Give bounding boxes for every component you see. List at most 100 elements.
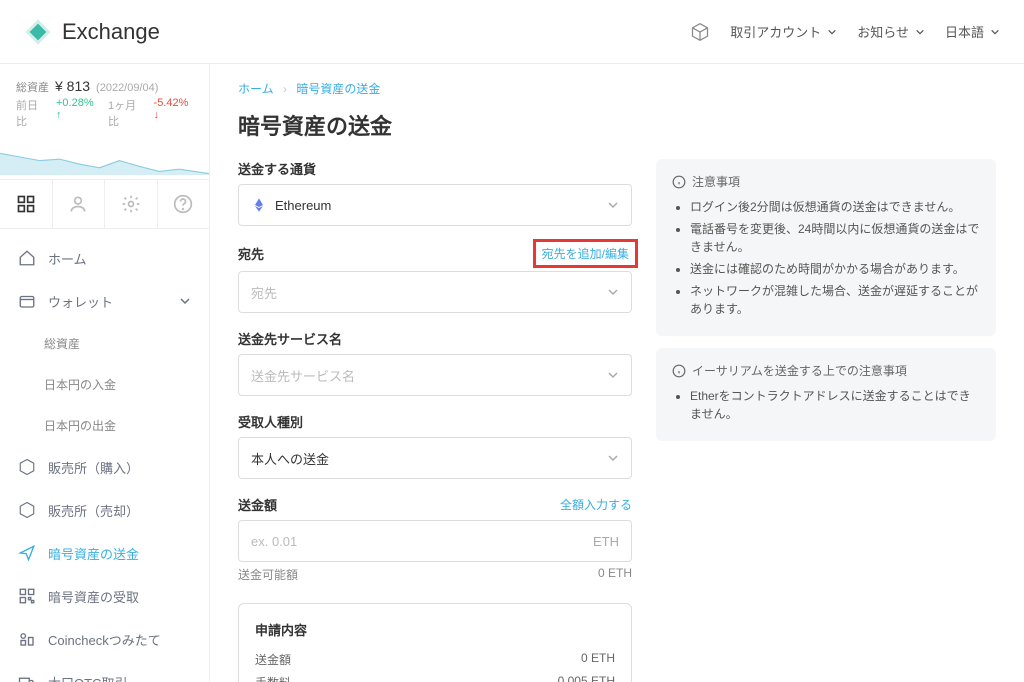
- sidebar-tabs: [0, 179, 209, 229]
- sidebar-item-label: ホーム: [48, 249, 87, 268]
- balance-date: (2022/09/04): [96, 82, 158, 94]
- sidebar-item-label: ウォレット: [48, 292, 113, 311]
- amount-max-link[interactable]: 全額入力する: [560, 496, 632, 513]
- dest-label: 宛先: [238, 244, 264, 263]
- summary-fee-value: 0.005 ETH: [558, 674, 615, 682]
- sidebar-item-label: 大口OTC取引: [48, 673, 127, 682]
- send-icon: [18, 544, 36, 562]
- cube-icon: [18, 501, 36, 519]
- sidebar-item-receive[interactable]: 暗号資産の受取: [0, 575, 209, 618]
- info-icon: [672, 364, 686, 378]
- sidebar-item-deposit-jpy[interactable]: 日本円の入金: [0, 364, 209, 405]
- news-menu[interactable]: お知らせ: [857, 22, 925, 41]
- service-select[interactable]: 送金先サービス名: [238, 354, 632, 396]
- summary-amount-value: 0 ETH: [581, 651, 615, 668]
- chevron-down-icon: [607, 199, 619, 211]
- currency-select[interactable]: Ethereum: [238, 184, 632, 226]
- lang-menu[interactable]: 日本語: [945, 22, 1000, 41]
- sidebar: 総資産 ¥ 813 (2022/09/04) 前日比 +0.28% ↑ 1ヶ月比…: [0, 64, 210, 682]
- sidebar-item-buy[interactable]: 販売所（購入）: [0, 446, 209, 489]
- dod-value: +0.28% ↑: [56, 97, 98, 129]
- header-right: 取引アカウント お知らせ 日本語: [690, 22, 1000, 42]
- chevron-down-icon: [179, 295, 191, 307]
- sidebar-item-label: Coincheckつみたて: [48, 630, 161, 649]
- balance-sparkline: [0, 135, 209, 179]
- sidebar-item-label: 販売所（購入）: [48, 458, 139, 477]
- main-content: ホーム › 暗号資産の送金 暗号資産の送金 送金する通貨 Ethereum: [210, 64, 1024, 682]
- sidebar-item-label: 日本円の出金: [44, 417, 116, 434]
- chevron-down-icon: [607, 369, 619, 381]
- chevron-down-icon: [607, 286, 619, 298]
- chevron-down-icon: [990, 27, 1000, 37]
- tab-help[interactable]: [158, 180, 210, 228]
- ethereum-icon: [251, 197, 267, 213]
- dest-placeholder: 宛先: [251, 283, 607, 302]
- recipient-select[interactable]: 本人への送金: [238, 437, 632, 479]
- breadcrumb-sep: ›: [283, 82, 287, 96]
- recipient-value: 本人への送金: [251, 449, 607, 468]
- amount-input-wrap: ETH: [238, 520, 632, 562]
- info-column: 注意事項 ログイン後2分間は仮想通貨の送金はできません。 電話番号を変更後、24…: [656, 159, 996, 682]
- dest-select[interactable]: 宛先: [238, 271, 632, 313]
- cube-icon: [18, 458, 36, 476]
- mom-value: -5.42% ↓: [154, 97, 193, 129]
- balance-amount: ¥ 813: [55, 78, 90, 94]
- eth-notice: イーサリアムを送金する上での注意事項 Etherをコントラクトアドレスに送金する…: [656, 348, 996, 441]
- home-icon: [18, 249, 36, 267]
- sidebar-item-label: 暗号資産の送金: [48, 544, 139, 563]
- avail-label: 送金可能額: [238, 566, 298, 583]
- summary-title: 申請内容: [255, 620, 615, 639]
- dest-add-edit-link[interactable]: 宛先を追加/編集: [542, 247, 629, 261]
- notice-title: 注意事項: [692, 173, 740, 190]
- sidebar-item-tsumitate[interactable]: Coincheckつみたて: [0, 618, 209, 661]
- breadcrumb-home[interactable]: ホーム: [238, 82, 274, 96]
- notice-title: イーサリアムを送金する上での注意事項: [692, 362, 907, 379]
- sidebar-item-label: 暗号資産の受取: [48, 587, 139, 606]
- logo-icon: [24, 18, 52, 46]
- tab-settings[interactable]: [105, 180, 158, 228]
- amount-input[interactable]: [251, 534, 593, 549]
- sidebar-item-otc[interactable]: 大口OTC取引: [0, 661, 209, 682]
- notice-item: 電話番号を変更後、24時間以内に仮想通貨の送金はできません。: [690, 220, 980, 256]
- form-column: 送金する通貨 Ethereum 宛先 宛先を追加/編集 宛先: [238, 159, 632, 682]
- summary-fee-label: 手数料: [255, 674, 291, 682]
- summary-amount-label: 送金額: [255, 651, 291, 668]
- currency-label: 送金する通貨: [238, 159, 316, 178]
- menu-label: 取引アカウント: [730, 22, 821, 41]
- balance-label: 総資産: [16, 79, 49, 95]
- sidebar-item-send[interactable]: 暗号資産の送金: [0, 532, 209, 575]
- notice-item: ネットワークが混雑した場合、送金が遅延することがあります。: [690, 282, 980, 318]
- chevron-down-icon: [827, 27, 837, 37]
- currency-value: Ethereum: [275, 198, 607, 213]
- sidebar-item-label: 日本円の入金: [44, 376, 116, 393]
- recipient-label: 受取人種別: [238, 412, 303, 431]
- sidebar-item-label: 総資産: [44, 335, 80, 352]
- info-icon: [672, 175, 686, 189]
- sidebar-item-home[interactable]: ホーム: [0, 237, 209, 280]
- breadcrumb-current: 暗号資産の送金: [296, 82, 380, 96]
- sidebar-item-wallet[interactable]: ウォレット: [0, 280, 209, 323]
- stack-icon: [18, 630, 36, 648]
- trade-account-menu[interactable]: 取引アカウント: [730, 22, 837, 41]
- menu-label: お知らせ: [857, 22, 909, 41]
- menu-label: 日本語: [945, 22, 984, 41]
- amount-label: 送金額: [238, 495, 277, 514]
- chevron-down-icon: [915, 27, 925, 37]
- general-notice: 注意事項 ログイン後2分間は仮想通貨の送金はできません。 電話番号を変更後、24…: [656, 159, 996, 336]
- tab-user[interactable]: [53, 180, 106, 228]
- qr-icon: [18, 587, 36, 605]
- service-label: 送金先サービス名: [238, 329, 342, 348]
- dod-label: 前日比: [16, 97, 46, 129]
- amount-unit: ETH: [593, 534, 619, 549]
- summary-card: 申請内容 送金額 0 ETH 手数料 0.005 ETH 合計金額 0.005: [238, 603, 632, 682]
- tab-grid[interactable]: [0, 180, 53, 228]
- sidebar-item-sell[interactable]: 販売所（売却）: [0, 489, 209, 532]
- cube-icon[interactable]: [690, 22, 710, 42]
- truck-icon: [18, 673, 36, 682]
- sidebar-item-withdraw-jpy[interactable]: 日本円の出金: [0, 405, 209, 446]
- notice-item: Etherをコントラクトアドレスに送金することはできません。: [690, 387, 980, 423]
- chevron-down-icon: [607, 452, 619, 464]
- sidebar-item-total-assets[interactable]: 総資産: [0, 323, 209, 364]
- logo-text: Exchange: [62, 19, 160, 45]
- logo-area[interactable]: Exchange: [24, 18, 160, 46]
